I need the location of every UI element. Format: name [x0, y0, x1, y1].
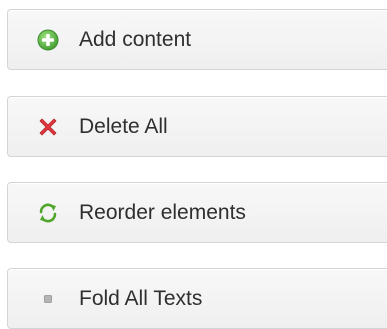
delete-all-button[interactable]: Delete All [7, 96, 387, 157]
fold-all-texts-button[interactable]: Fold All Texts [7, 268, 387, 329]
fold-all-texts-label: Fold All Texts [79, 286, 203, 310]
red-x-icon [36, 115, 60, 139]
add-content-label: Add content [79, 27, 192, 51]
add-circle-icon [36, 28, 60, 52]
reorder-elements-button[interactable]: Reorder elements [7, 182, 387, 243]
refresh-arrows-icon [36, 201, 60, 225]
reorder-elements-label: Reorder elements [79, 200, 246, 224]
add-content-button[interactable]: Add content [7, 9, 387, 70]
small-square-icon [36, 287, 60, 311]
delete-all-label: Delete All [79, 114, 168, 138]
